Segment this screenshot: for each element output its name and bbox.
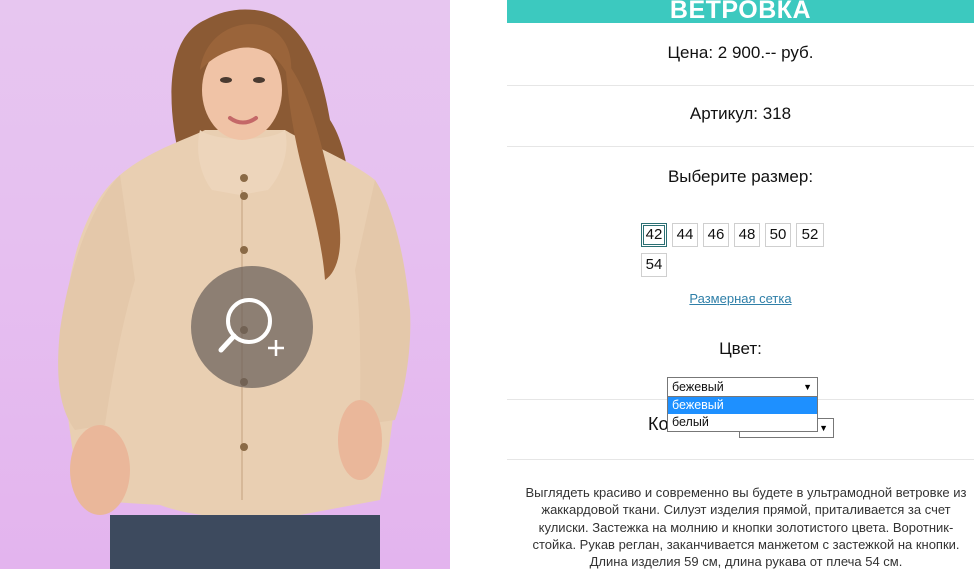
product-details: ВЕТРОВКА Цена: 2 900.-- руб. Артикул: 31… [507,0,974,569]
product-photo[interactable] [0,0,450,569]
size-option-48[interactable]: 48 [734,223,760,247]
dropdown-arrow-icon: ▼ [803,382,812,392]
quantity-label: Ко [648,414,669,434]
color-select-value: бежевый [672,380,724,394]
size-option-42[interactable]: 42 [641,223,667,247]
divider [507,146,974,147]
color-option-white[interactable]: белый [668,414,817,431]
divider [507,459,974,460]
product-title: ВЕТРОВКА [669,0,812,23]
color-option-beige[interactable]: бежевый [668,397,817,414]
product-description: Выглядеть красиво и современно вы будете… [525,485,967,570]
size-prompt: Выберите размер: [667,167,814,186]
zoom-in-icon [218,298,284,356]
size-option-54[interactable]: 54 [641,253,667,277]
size-option-44[interactable]: 44 [672,223,698,247]
zoom-button[interactable] [191,266,313,388]
divider [507,85,974,86]
dropdown-arrow-icon: ▼ [819,423,828,433]
color-select[interactable]: бежевый ▼ [667,377,818,397]
color-label: Цвет: [719,339,762,358]
size-option-50[interactable]: 50 [765,223,791,247]
size-option-52[interactable]: 52 [796,223,824,247]
size-option-46[interactable]: 46 [703,223,729,247]
product-article: Артикул: 318 [689,104,792,123]
color-dropdown-list: бежевый белый [667,396,818,432]
size-chart-link[interactable]: Размерная сетка [507,291,974,306]
product-title-bar: ВЕТРОВКА [507,0,974,23]
product-price: Цена: 2 900.-- руб. [667,43,814,62]
